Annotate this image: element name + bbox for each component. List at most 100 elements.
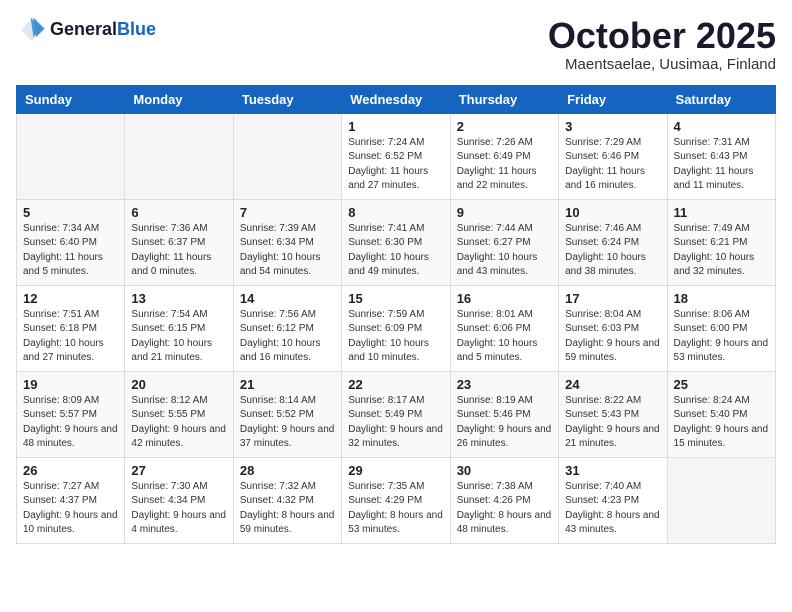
day-number: 23 [457, 377, 552, 392]
day-number: 30 [457, 463, 552, 478]
day-info: Sunrise: 7:49 AMSunset: 6:21 PMDaylight:… [674, 222, 769, 280]
calendar-cell: 14 Sunrise: 7:56 AMSunset: 6:12 PMDayligh… [233, 285, 341, 371]
day-number: 7 [240, 205, 335, 220]
day-info: Sunrise: 7:40 AMSunset: 4:23 PMDaylight:… [565, 480, 660, 538]
day-number: 21 [240, 377, 335, 392]
day-info: Sunrise: 7:26 AMSunset: 6:49 PMDaylight:… [457, 136, 552, 194]
day-info: Sunrise: 8:24 AMSunset: 5:40 PMDaylight:… [674, 394, 769, 452]
day-info: Sunrise: 8:12 AMSunset: 5:55 PMDaylight:… [131, 394, 226, 452]
calendar-week-4: 19 Sunrise: 8:09 AMSunset: 5:57 PMDayligh… [17, 371, 776, 457]
day-number: 18 [674, 291, 769, 306]
day-number: 28 [240, 463, 335, 478]
day-info: Sunrise: 8:04 AMSunset: 6:03 PMDaylight:… [565, 308, 660, 366]
calendar-cell: 25 Sunrise: 8:24 AMSunset: 5:40 PMDayligh… [667, 371, 775, 457]
logo: GeneralBlue [16, 16, 156, 44]
calendar-header-sunday: Sunday [17, 85, 125, 113]
calendar-cell: 27Sunrise: 7:30 AMSunset: 4:34 PMDayligh… [125, 457, 233, 543]
calendar-cell [233, 113, 341, 199]
day-number: 22 [348, 377, 443, 392]
day-number: 13 [131, 291, 226, 306]
day-number: 12 [23, 291, 118, 306]
day-number: 3 [565, 119, 660, 134]
subtitle: Maentsaelae, Uusimaa, Finland [548, 56, 776, 73]
day-number: 8 [348, 205, 443, 220]
calendar-cell: 1Sunrise: 7:24 AMSunset: 6:52 PMDaylight… [342, 113, 450, 199]
calendar-cell: 29 Sunrise: 7:35 AMSunset: 4:29 PMDayligh… [342, 457, 450, 543]
day-info: Sunrise: 7:35 AMSunset: 4:29 PMDaylight:… [348, 480, 443, 538]
calendar-cell: 10 Sunrise: 7:46 AMSunset: 6:24 PMDayligh… [559, 199, 667, 285]
calendar-week-5: 26 Sunrise: 7:27 AMSunset: 4:37 PMDayligh… [17, 457, 776, 543]
calendar-cell: 6Sunrise: 7:36 AMSunset: 6:37 PMDaylight… [125, 199, 233, 285]
day-number: 10 [565, 205, 660, 220]
calendar-cell: 7Sunrise: 7:39 AMSunset: 6:34 PMDaylight… [233, 199, 341, 285]
calendar-cell: 30 Sunrise: 7:38 AMSunset: 4:26 PMDayligh… [450, 457, 558, 543]
calendar-cell: 19 Sunrise: 8:09 AMSunset: 5:57 PMDayligh… [17, 371, 125, 457]
calendar-cell: 20Sunrise: 8:12 AMSunset: 5:55 PMDayligh… [125, 371, 233, 457]
day-info: Sunrise: 7:34 AMSunset: 6:40 PMDaylight:… [23, 222, 118, 280]
calendar-header-saturday: Saturday [667, 85, 775, 113]
calendar-header-friday: Friday [559, 85, 667, 113]
calendar-cell: 11 Sunrise: 7:49 AMSunset: 6:21 PMDayligh… [667, 199, 775, 285]
calendar-cell: 5 Sunrise: 7:34 AMSunset: 6:40 PMDaylight… [17, 199, 125, 285]
day-number: 25 [674, 377, 769, 392]
day-info: Sunrise: 7:51 AMSunset: 6:18 PMDaylight:… [23, 308, 118, 366]
calendar: SundayMondayTuesdayWednesdayThursdayFrid… [16, 85, 776, 544]
day-number: 5 [23, 205, 118, 220]
page-header: GeneralBlue October 2025 Maentsaelae, Uu… [16, 16, 776, 73]
calendar-week-2: 5 Sunrise: 7:34 AMSunset: 6:40 PMDaylight… [17, 199, 776, 285]
day-info: Sunrise: 8:01 AMSunset: 6:06 PMDaylight:… [457, 308, 552, 366]
day-info: Sunrise: 7:27 AMSunset: 4:37 PMDaylight:… [23, 480, 118, 538]
day-number: 29 [348, 463, 443, 478]
day-number: 24 [565, 377, 660, 392]
calendar-cell: 3Sunrise: 7:29 AMSunset: 6:46 PMDaylight… [559, 113, 667, 199]
calendar-week-3: 12 Sunrise: 7:51 AMSunset: 6:18 PMDayligh… [17, 285, 776, 371]
day-number: 15 [348, 291, 443, 306]
calendar-cell: 15 Sunrise: 7:59 AMSunset: 6:09 PMDayligh… [342, 285, 450, 371]
calendar-cell: 9Sunrise: 7:44 AMSunset: 6:27 PMDaylight… [450, 199, 558, 285]
day-number: 6 [131, 205, 226, 220]
day-info: Sunrise: 8:14 AMSunset: 5:52 PMDaylight:… [240, 394, 335, 452]
calendar-header-wednesday: Wednesday [342, 85, 450, 113]
day-number: 17 [565, 291, 660, 306]
day-info: Sunrise: 7:32 AMSunset: 4:32 PMDaylight:… [240, 480, 335, 538]
day-number: 31 [565, 463, 660, 478]
calendar-cell: 31 Sunrise: 7:40 AMSunset: 4:23 PMDayligh… [559, 457, 667, 543]
day-info: Sunrise: 7:56 AMSunset: 6:12 PMDaylight:… [240, 308, 335, 366]
calendar-cell: 26 Sunrise: 7:27 AMSunset: 4:37 PMDayligh… [17, 457, 125, 543]
calendar-cell: 22Sunrise: 8:17 AMSunset: 5:49 PMDayligh… [342, 371, 450, 457]
day-number: 4 [674, 119, 769, 134]
day-number: 11 [674, 205, 769, 220]
day-number: 26 [23, 463, 118, 478]
day-info: Sunrise: 7:46 AMSunset: 6:24 PMDaylight:… [565, 222, 660, 280]
calendar-cell: 18 Sunrise: 8:06 AMSunset: 6:00 PMDayligh… [667, 285, 775, 371]
logo-icon [18, 16, 46, 44]
calendar-cell: 28 Sunrise: 7:32 AMSunset: 4:32 PMDayligh… [233, 457, 341, 543]
calendar-cell: 13 Sunrise: 7:54 AMSunset: 6:15 PMDayligh… [125, 285, 233, 371]
day-info: Sunrise: 8:09 AMSunset: 5:57 PMDaylight:… [23, 394, 118, 452]
calendar-cell: 24 Sunrise: 8:22 AMSunset: 5:43 PMDayligh… [559, 371, 667, 457]
day-info: Sunrise: 8:06 AMSunset: 6:00 PMDaylight:… [674, 308, 769, 366]
calendar-header-thursday: Thursday [450, 85, 558, 113]
day-number: 1 [348, 119, 443, 134]
day-info: Sunrise: 7:31 AMSunset: 6:43 PMDaylight:… [674, 136, 769, 194]
day-number: 19 [23, 377, 118, 392]
day-info: Sunrise: 7:44 AMSunset: 6:27 PMDaylight:… [457, 222, 552, 280]
day-info: Sunrise: 7:41 AMSunset: 6:30 PMDaylight:… [348, 222, 443, 280]
day-info: Sunrise: 7:54 AMSunset: 6:15 PMDaylight:… [131, 308, 226, 366]
calendar-cell: 2Sunrise: 7:26 AMSunset: 6:49 PMDaylight… [450, 113, 558, 199]
calendar-cell [17, 113, 125, 199]
day-info: Sunrise: 8:22 AMSunset: 5:43 PMDaylight:… [565, 394, 660, 452]
calendar-week-1: 1Sunrise: 7:24 AMSunset: 6:52 PMDaylight… [17, 113, 776, 199]
month-title: October 2025 [548, 16, 776, 56]
calendar-header-row: SundayMondayTuesdayWednesdayThursdayFrid… [17, 85, 776, 113]
day-info: Sunrise: 7:59 AMSunset: 6:09 PMDaylight:… [348, 308, 443, 366]
day-info: Sunrise: 7:38 AMSunset: 4:26 PMDaylight:… [457, 480, 552, 538]
calendar-cell [125, 113, 233, 199]
day-info: Sunrise: 8:19 AMSunset: 5:46 PMDaylight:… [457, 394, 552, 452]
calendar-cell: 17 Sunrise: 8:04 AMSunset: 6:03 PMDayligh… [559, 285, 667, 371]
day-info: Sunrise: 7:30 AMSunset: 4:34 PMDaylight:… [131, 480, 226, 538]
title-block: October 2025 Maentsaelae, Uusimaa, Finla… [548, 16, 776, 73]
calendar-header-monday: Monday [125, 85, 233, 113]
calendar-cell: 8 Sunrise: 7:41 AMSunset: 6:30 PMDaylight… [342, 199, 450, 285]
day-number: 14 [240, 291, 335, 306]
